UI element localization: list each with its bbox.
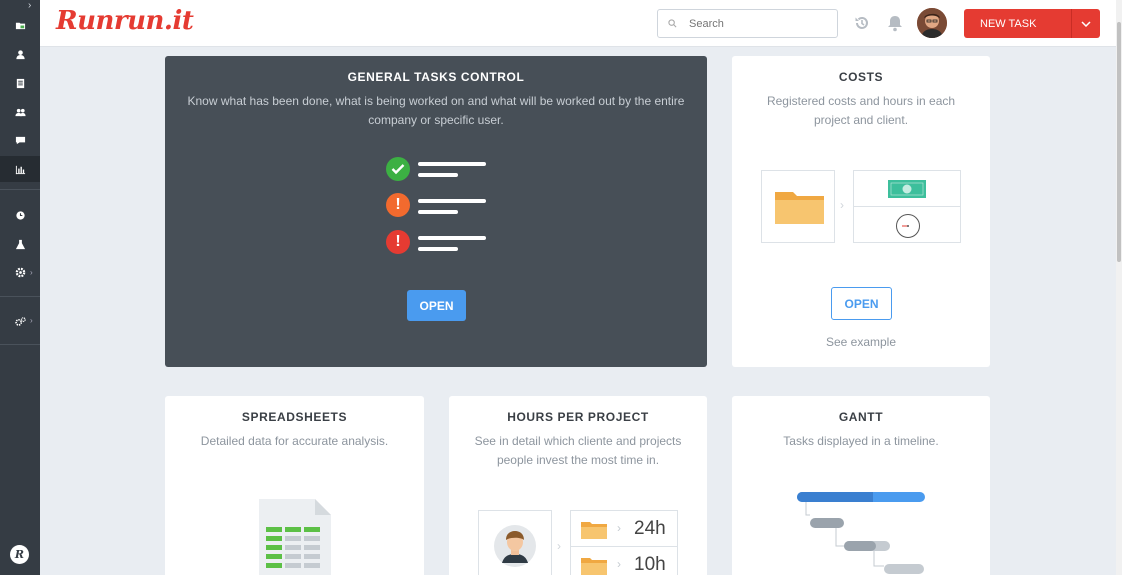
gear-icon bbox=[15, 267, 25, 277]
sidebar: › › › R bbox=[0, 0, 40, 575]
folder-icon bbox=[581, 558, 607, 575]
chevron-right-icon: › bbox=[617, 521, 621, 535]
bar-chart-icon bbox=[15, 165, 25, 174]
status-line bbox=[418, 210, 458, 214]
status-line bbox=[418, 162, 486, 166]
card-general-tasks-control: GENERAL TASKS CONTROL Know what has been… bbox=[165, 56, 707, 367]
bell-icon bbox=[888, 16, 902, 32]
page-scrollbar[interactable] bbox=[1116, 0, 1122, 575]
new-task-label: NEW TASK bbox=[980, 17, 1037, 30]
team-icon bbox=[14, 108, 26, 116]
sidebar-expand-chevron-icon[interactable]: › bbox=[28, 0, 31, 11]
status-line bbox=[418, 173, 458, 177]
search-input[interactable] bbox=[689, 17, 819, 30]
stopwatch-icon bbox=[896, 214, 920, 238]
scrollbar-thumb[interactable] bbox=[1117, 22, 1121, 262]
sidebar-divider bbox=[0, 189, 40, 190]
money-box bbox=[853, 170, 961, 207]
brand-logo[interactable]: Runrun.it bbox=[56, 6, 194, 36]
sidebar-item-team[interactable] bbox=[0, 100, 40, 124]
avatar-photo bbox=[917, 8, 947, 38]
sidebar-item-reports[interactable] bbox=[0, 156, 40, 182]
card-costs: COSTS Registered costs and hours in each… bbox=[732, 56, 990, 367]
history-icon bbox=[855, 16, 868, 29]
card-title: HOURS PER PROJECT bbox=[507, 410, 649, 424]
see-example-link[interactable]: See example bbox=[732, 335, 990, 349]
chevron-right-icon: › bbox=[840, 198, 844, 212]
alert-icon: ! bbox=[386, 230, 410, 254]
status-line bbox=[418, 247, 458, 251]
folder-icon bbox=[15, 22, 25, 29]
open-costs-button[interactable]: OPEN bbox=[831, 287, 892, 320]
sidebar-item-labs[interactable] bbox=[0, 232, 40, 256]
card-description: Tasks displayed in a timeline. bbox=[783, 434, 939, 448]
gears-icon bbox=[14, 316, 26, 326]
warning-icon: ! bbox=[386, 193, 410, 217]
status-line bbox=[418, 236, 486, 240]
hours-row: › 10h bbox=[570, 546, 678, 575]
person-avatar-icon bbox=[494, 525, 536, 567]
new-task-dropdown[interactable] bbox=[1071, 9, 1100, 38]
check-icon bbox=[386, 157, 410, 181]
chat-icon bbox=[15, 136, 25, 144]
clock-icon bbox=[15, 210, 25, 220]
money-icon bbox=[888, 180, 926, 198]
card-description: Registered costs and hours in each proje… bbox=[766, 94, 956, 127]
hours-row: › 24h bbox=[570, 510, 678, 547]
user-avatar[interactable] bbox=[917, 8, 947, 38]
sidebar-item-users[interactable] bbox=[0, 42, 40, 66]
sidebar-brand-badge[interactable]: R bbox=[10, 545, 29, 564]
history-button[interactable] bbox=[851, 12, 873, 34]
card-title: SPREADSHEETS bbox=[241, 410, 348, 424]
card-description: Detailed data for accurate analysis. bbox=[200, 434, 389, 448]
card-description: See in detail which cliente and projects… bbox=[474, 434, 682, 467]
flask-icon bbox=[15, 239, 25, 249]
admin-caret-icon: › bbox=[30, 316, 33, 325]
notifications-button[interactable] bbox=[884, 12, 906, 34]
card-title: GENERAL TASKS CONTROL bbox=[347, 70, 525, 84]
sidebar-item-settings[interactable] bbox=[0, 260, 40, 284]
card-gantt: GANTT Tasks displayed in a timeline. bbox=[732, 396, 990, 575]
chevron-right-icon: › bbox=[617, 557, 621, 571]
chevron-down-icon bbox=[1081, 20, 1091, 27]
gantt-timeline-icon bbox=[797, 492, 925, 574]
hours-value: 10h bbox=[634, 554, 666, 575]
sidebar-item-projects[interactable] bbox=[0, 13, 40, 37]
sidebar-item-admin[interactable] bbox=[0, 309, 40, 333]
sidebar-divider bbox=[0, 296, 40, 297]
new-task-button[interactable]: NEW TASK bbox=[964, 9, 1100, 38]
status-line bbox=[418, 199, 486, 203]
settings-caret-icon: › bbox=[30, 268, 33, 277]
user-icon bbox=[15, 49, 25, 59]
chevron-right-icon: › bbox=[557, 539, 561, 553]
card-hours-per-project: HOURS PER PROJECT See in detail which cl… bbox=[449, 396, 707, 575]
hours-value: 24h bbox=[634, 518, 666, 539]
folder-illustration-icon bbox=[775, 192, 824, 224]
search-icon bbox=[668, 19, 677, 28]
sidebar-divider bbox=[0, 344, 40, 345]
sidebar-item-chat[interactable] bbox=[0, 128, 40, 152]
card-spreadsheets: SPREADSHEETS Detailed data for accurate … bbox=[165, 396, 424, 575]
folder-box bbox=[761, 170, 835, 243]
open-general-tasks-button[interactable]: OPEN bbox=[407, 290, 466, 321]
sidebar-item-timesheet[interactable] bbox=[0, 203, 40, 227]
card-description: Know what has been done, what is being w… bbox=[187, 94, 685, 127]
spreadsheet-icon bbox=[259, 499, 331, 575]
user-box bbox=[478, 510, 552, 575]
time-box bbox=[853, 206, 961, 243]
card-title: COSTS bbox=[838, 70, 884, 84]
document-icon bbox=[16, 78, 24, 88]
sidebar-item-documents[interactable] bbox=[0, 71, 40, 95]
search-box[interactable] bbox=[657, 9, 838, 38]
folder-icon bbox=[581, 522, 607, 539]
card-title: GANTT bbox=[838, 410, 884, 424]
top-header: Runrun.it NEW TASK bbox=[40, 0, 1116, 47]
